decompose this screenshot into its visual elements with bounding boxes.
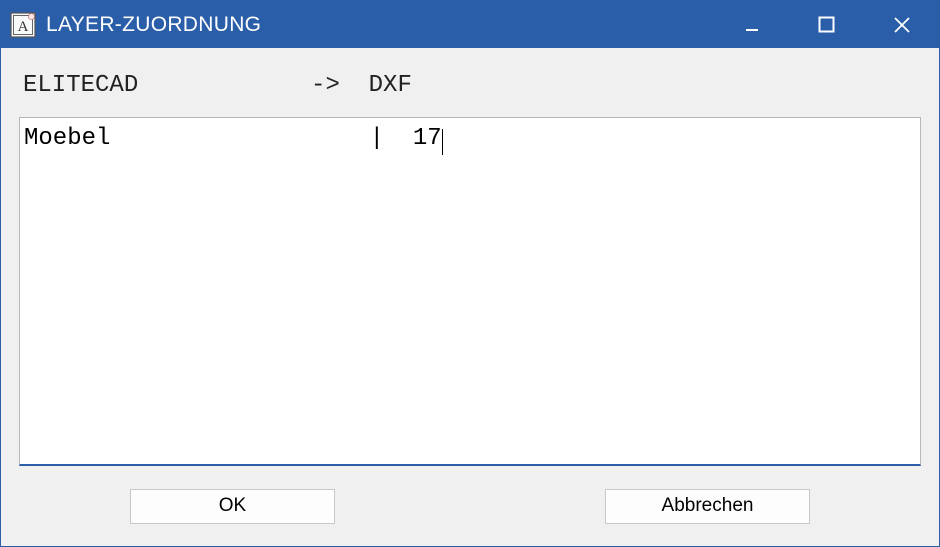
close-button[interactable] bbox=[864, 1, 939, 48]
maximize-icon bbox=[818, 16, 835, 33]
app-icon: A bbox=[10, 12, 36, 38]
cancel-button[interactable]: Abbrechen bbox=[605, 489, 810, 524]
dialog-content: ELITECAD -> DXF Moebel | 17 OK Abbrechen bbox=[1, 48, 939, 546]
window-controls bbox=[714, 1, 939, 48]
svg-text:A: A bbox=[18, 19, 29, 35]
titlebar[interactable]: A LAYER-ZUORDNUNG bbox=[1, 1, 939, 48]
minimize-icon bbox=[744, 17, 760, 33]
close-icon bbox=[893, 16, 911, 34]
window-title: LAYER-ZUORDNUNG bbox=[46, 13, 714, 37]
mapping-line: Moebel | 17 bbox=[24, 125, 442, 152]
text-caret bbox=[442, 129, 443, 155]
ok-button[interactable]: OK bbox=[130, 489, 335, 524]
column-header: ELITECAD -> DXF bbox=[19, 66, 921, 117]
dialog-window: A LAYER-ZUORDNUNG bbox=[0, 0, 940, 547]
maximize-button[interactable] bbox=[789, 1, 864, 48]
button-row: OK Abbrechen bbox=[19, 466, 921, 546]
mapping-textarea[interactable]: Moebel | 17 bbox=[19, 117, 921, 466]
minimize-button[interactable] bbox=[714, 1, 789, 48]
